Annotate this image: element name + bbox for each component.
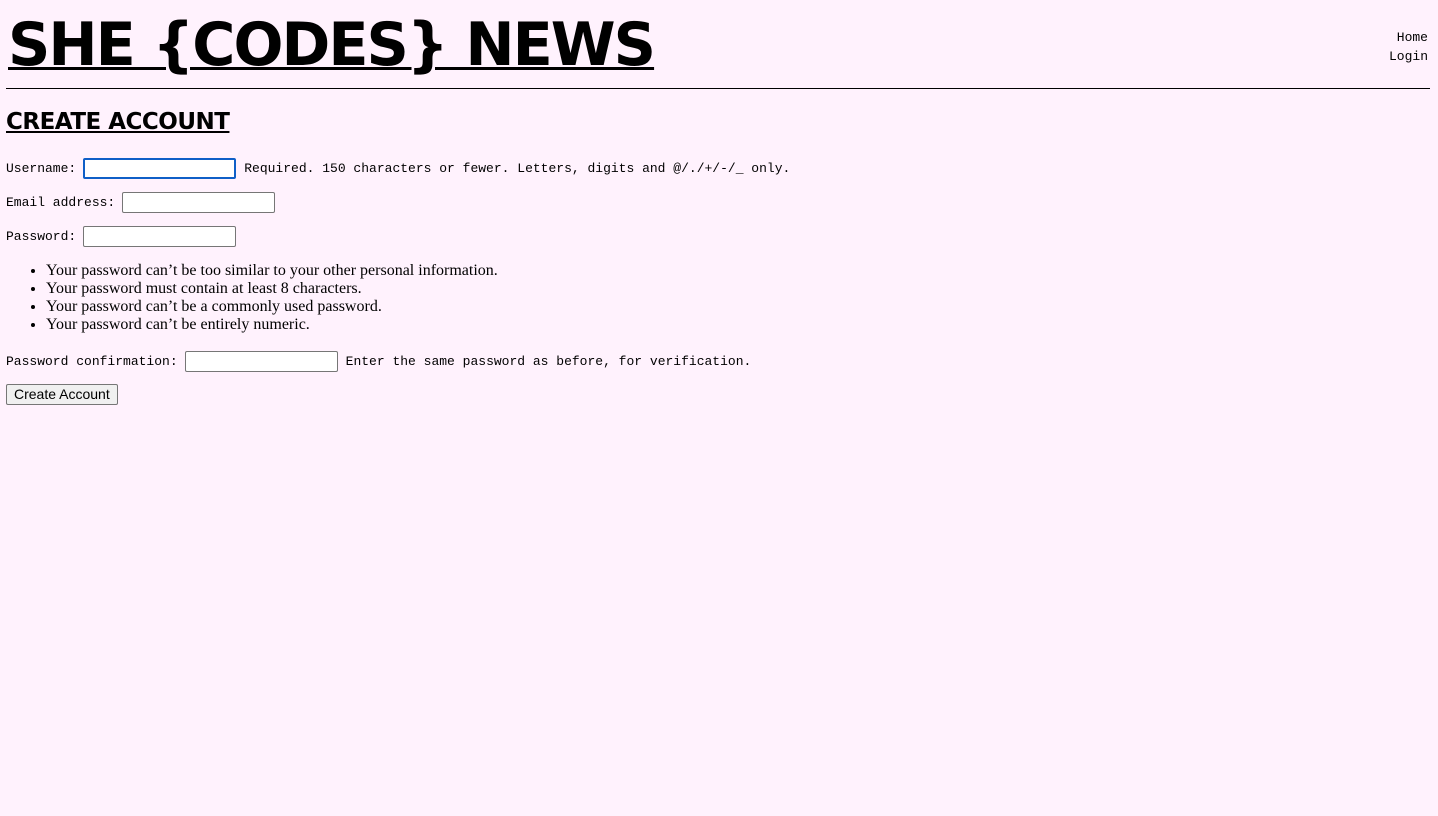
page-title: CREATE ACCOUNT [6, 109, 230, 135]
site-title-link[interactable]: SHE {CODES} NEWS [8, 10, 656, 80]
username-row: Username: Required. 150 characters or fe… [6, 157, 790, 179]
site-header: SHE {CODES} NEWS Home Login [6, 0, 1430, 89]
username-input[interactable] [83, 157, 237, 179]
username-label: Username: [6, 160, 77, 176]
password-confirmation-help-text: Enter the same password as before, for v… [345, 353, 752, 369]
password-help-item: Your password can’t be too similar to yo… [46, 262, 498, 280]
password-help-item: Your password must contain at least 8 ch… [46, 280, 498, 298]
email-input[interactable] [122, 191, 276, 213]
password-help-list: Your password can’t be too similar to yo… [6, 262, 498, 334]
password-row: Password: [6, 225, 237, 247]
create-account-button[interactable]: Create Account [6, 384, 118, 405]
nav-login-link[interactable]: Login [1389, 47, 1428, 66]
password-label: Password: [6, 228, 77, 244]
password-help-item: Your password can’t be a commonly used p… [46, 298, 498, 316]
email-row: Email address: [6, 191, 276, 213]
password-confirmation-label: Password confirmation: [6, 353, 178, 369]
password-confirmation-input[interactable] [184, 350, 338, 372]
site-nav: Home Login [1389, 28, 1428, 66]
password-input[interactable] [83, 225, 237, 247]
password-help-item: Your password can’t be entirely numeric. [46, 316, 498, 334]
username-help-text: Required. 150 characters or fewer. Lette… [244, 160, 791, 176]
password-confirmation-row: Password confirmation: Enter the same pa… [6, 350, 751, 372]
nav-home-link[interactable]: Home [1389, 28, 1428, 47]
email-label: Email address: [6, 194, 116, 210]
